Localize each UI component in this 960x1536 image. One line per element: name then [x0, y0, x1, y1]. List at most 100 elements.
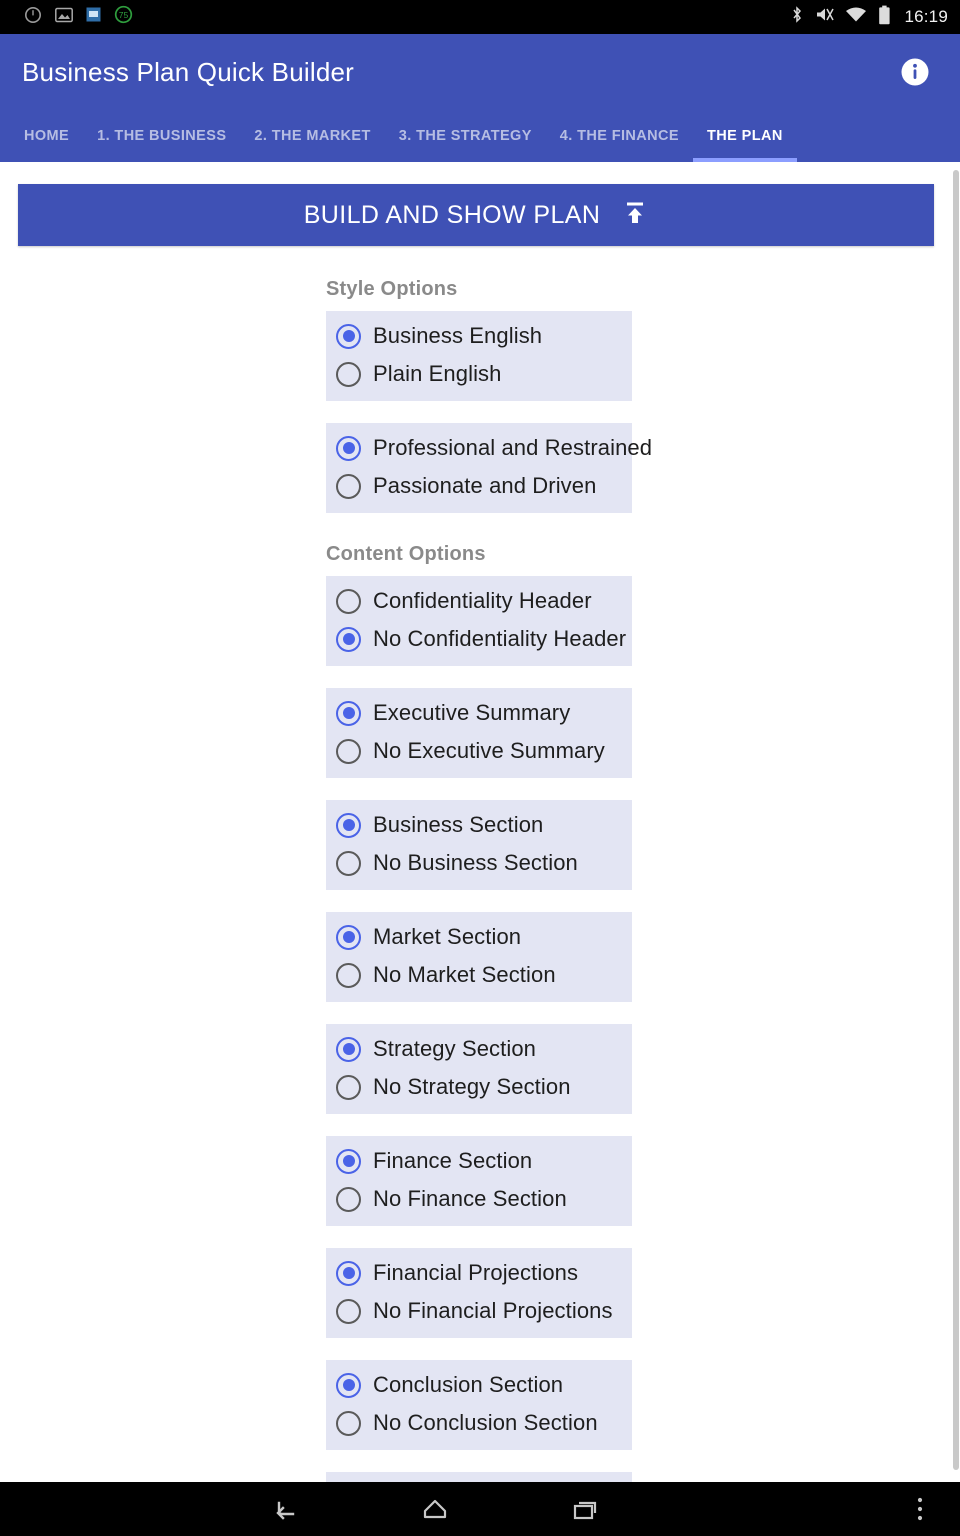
system-navigation-bar	[0, 1482, 960, 1536]
tab-the-plan[interactable]: THE PLAN	[693, 110, 797, 162]
radio-option-label: Financial Projections	[373, 1260, 579, 1285]
radio-option-label: Business English	[373, 323, 543, 348]
radio-option-conclusion-section-0[interactable]: Conclusion Section	[326, 1366, 632, 1404]
radio-option-financial-projections-0[interactable]: Financial Projections	[326, 1254, 632, 1292]
radio-unselected-icon[interactable]	[336, 1074, 361, 1100]
tab-the-market[interactable]: 2. THE MARKET	[240, 110, 384, 162]
radio-unselected-icon[interactable]	[336, 473, 361, 499]
radio-option-label: No Conclusion Section	[373, 1410, 598, 1435]
radio-unselected-icon[interactable]	[336, 850, 361, 876]
tab-home[interactable]: HOME	[10, 110, 83, 162]
tab-label: 3. THE STRATEGY	[398, 128, 532, 144]
radio-selected-icon[interactable]	[336, 812, 361, 838]
style-options-groups: Business English Plain English Professiona…	[0, 311, 952, 513]
content-scrollbar[interactable]	[952, 162, 960, 1482]
radio-option-label: No Executive Summary	[373, 738, 605, 763]
radio-option-tone-style-0[interactable]: Professional and Restrained	[326, 429, 652, 467]
radio-option-market-section-0[interactable]: Market Section	[326, 918, 632, 956]
bluetooth-icon	[791, 5, 803, 29]
radio-selected-icon[interactable]	[336, 1148, 361, 1174]
tab-the-strategy[interactable]: 3. THE STRATEGY	[385, 110, 546, 162]
radio-unselected-icon[interactable]	[336, 738, 361, 764]
radio-option-language-style-1[interactable]: Plain English	[326, 355, 632, 393]
radio-option-business-section-1[interactable]: No Business Section	[326, 844, 632, 882]
radio-group-strategy-section: Strategy Section No Strategy Section	[326, 1024, 632, 1114]
tab-label: THE PLAN	[707, 128, 783, 144]
status-bar: 75 16:19	[0, 0, 960, 34]
status-bar-left-icons: 75	[24, 5, 133, 29]
radio-option-label: Strategy Section	[373, 1036, 537, 1061]
radio-option-financial-projections-1[interactable]: No Financial Projections	[326, 1292, 632, 1330]
radio-selected-icon[interactable]	[336, 924, 361, 950]
main-content: BUILD AND SHOW PLAN Style Options Busine…	[0, 162, 952, 1482]
radio-option-conclusion-section-1[interactable]: No Conclusion Section	[326, 1404, 632, 1442]
radio-option-business-section-0[interactable]: Business Section	[326, 806, 632, 844]
build-and-show-plan-button[interactable]: BUILD AND SHOW PLAN	[18, 184, 934, 246]
radio-unselected-icon[interactable]	[336, 1186, 361, 1212]
radio-unselected-icon[interactable]	[336, 588, 361, 614]
radio-unselected-icon[interactable]	[336, 1298, 361, 1324]
radio-option-label: No Confidentiality Header	[373, 626, 627, 651]
radio-selected-icon[interactable]	[336, 435, 361, 461]
radio-option-label: No Business Section	[373, 850, 578, 875]
app-bar: Business Plan Quick Builder	[0, 34, 960, 110]
radio-selected-icon[interactable]	[336, 700, 361, 726]
content-options-title: Content Options	[326, 543, 486, 565]
radio-option-confidentiality-header-1[interactable]: No Confidentiality Header	[326, 620, 632, 658]
tab-bar: HOME 1. THE BUSINESS 2. THE MARKET 3. TH…	[0, 110, 960, 162]
radio-group-business-section: Business Section No Business Section	[326, 800, 632, 890]
radio-option-label: Conclusion Section	[373, 1372, 564, 1397]
radio-group-tone-style: Professional and Restrained Passionate an…	[326, 423, 652, 513]
radio-selected-icon[interactable]	[336, 1036, 361, 1062]
info-icon[interactable]	[892, 49, 938, 95]
radio-unselected-icon[interactable]	[336, 1410, 361, 1436]
radio-option-executive-summary-0[interactable]: Executive Summary	[326, 694, 632, 732]
radio-option-label: Confidentiality Header	[373, 588, 592, 613]
radio-group-conclusion-section: Conclusion Section No Conclusion Section	[326, 1360, 632, 1450]
android-app-screen: 75 16:19 Business Plan Quick Builder HOM…	[0, 0, 960, 1536]
radio-option-label: Finance Section	[373, 1148, 533, 1173]
radio-unselected-icon[interactable]	[336, 361, 361, 387]
radio-selected-icon[interactable]	[336, 1372, 361, 1398]
tab-the-business[interactable]: 1. THE BUSINESS	[83, 110, 240, 162]
radio-group-assumptions-appendix: Assumptions AppendixNo Assumptions Appen…	[326, 1472, 632, 1482]
radio-option-executive-summary-1[interactable]: No Executive Summary	[326, 732, 632, 770]
app-title: Business Plan Quick Builder	[22, 56, 354, 87]
radio-selected-icon[interactable]	[336, 626, 361, 652]
radio-option-confidentiality-header-0[interactable]: Confidentiality Header	[326, 582, 632, 620]
radio-unselected-icon[interactable]	[336, 962, 361, 988]
radio-option-tone-style-1[interactable]: Passionate and Driven	[326, 467, 632, 505]
radio-option-finance-section-0[interactable]: Finance Section	[326, 1142, 632, 1180]
tab-label: 1. THE BUSINESS	[97, 128, 227, 144]
status-bar-clock: 16:19	[904, 7, 948, 26]
radio-option-label: Professional and Restrained	[373, 435, 653, 460]
sd-card-icon	[86, 7, 101, 27]
radio-group-executive-summary: Executive Summary No Executive Summary	[326, 688, 632, 778]
radio-option-label: No Strategy Section	[373, 1074, 571, 1099]
radio-option-label: Plain English	[373, 361, 502, 386]
radio-selected-icon[interactable]	[336, 1260, 361, 1286]
radio-option-label: No Financial Projections	[373, 1298, 613, 1323]
radio-group-language-style: Business English Plain English	[326, 311, 632, 401]
style-options-title: Style Options	[326, 278, 458, 300]
radio-option-label: Market Section	[373, 924, 522, 949]
back-icon[interactable]	[225, 1482, 345, 1536]
radio-selected-icon[interactable]	[336, 323, 361, 349]
scrollbar-thumb[interactable]	[953, 170, 959, 1470]
recents-icon[interactable]	[525, 1482, 645, 1536]
radio-group-financial-projections: Financial Projections No Financial Projec…	[326, 1248, 632, 1338]
radio-option-market-section-1[interactable]: No Market Section	[326, 956, 632, 994]
radio-group-confidentiality-header: Confidentiality Header No Confidentiality…	[326, 576, 632, 666]
radio-option-strategy-section-0[interactable]: Strategy Section	[326, 1030, 632, 1068]
tab-the-finance[interactable]: 4. THE FINANCE	[546, 110, 693, 162]
content-options-groups: Confidentiality Header No Confidentiality…	[0, 576, 952, 1482]
build-button-label: BUILD AND SHOW PLAN	[303, 200, 601, 229]
radio-group-market-section: Market Section No Market Section	[326, 912, 632, 1002]
radio-option-finance-section-1[interactable]: No Finance Section	[326, 1180, 632, 1218]
screenshot-icon	[55, 7, 73, 28]
home-icon[interactable]	[375, 1482, 495, 1536]
radio-option-strategy-section-1[interactable]: No Strategy Section	[326, 1068, 632, 1106]
overflow-menu-icon[interactable]	[890, 1482, 950, 1536]
radio-option-language-style-0[interactable]: Business English	[326, 317, 632, 355]
radio-option-label: No Market Section	[373, 962, 556, 987]
